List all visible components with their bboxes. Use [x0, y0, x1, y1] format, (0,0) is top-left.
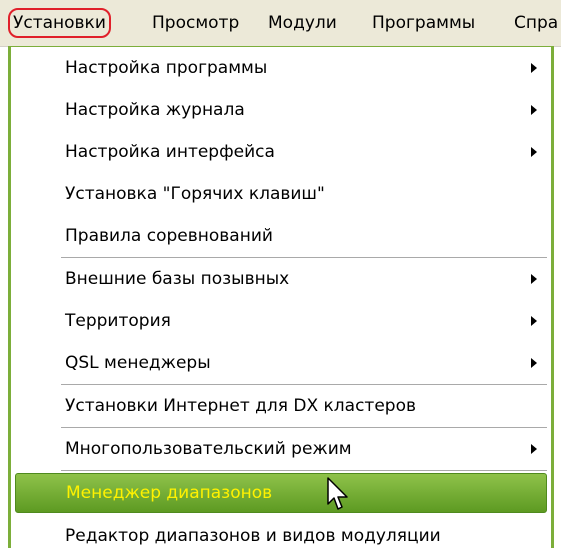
- menu-bar: Установки Просмотр Модули Программы Спра: [0, 0, 561, 47]
- menu-separator: [61, 470, 547, 471]
- menu-item-interface-settings[interactable]: Настройка интерфейса: [11, 131, 551, 173]
- menu-item-label: Установки Интернет для DX кластеров: [65, 396, 417, 416]
- menu-item-contest-rules[interactable]: Правила соревнований: [11, 215, 551, 257]
- menu-item-callsign-databases[interactable]: Внешние базы позывных: [11, 258, 551, 300]
- menu-item-label: Правила соревнований: [65, 226, 273, 246]
- submenu-arrow-icon: [531, 358, 537, 368]
- menu-item-label: Многопользовательский режим: [65, 439, 352, 459]
- menu-item-qsl-managers[interactable]: QSL менеджеры: [11, 342, 551, 384]
- menu-item-label: QSL менеджеры: [65, 353, 211, 373]
- submenu-arrow-icon: [531, 444, 537, 454]
- menu-item-label: Менеджер диапазонов: [66, 483, 273, 503]
- menu-item-label: Редактор диапазонов и видов модуляции: [65, 526, 441, 546]
- menu-item-label: Настройка журнала: [65, 100, 245, 120]
- menu-item-program-settings[interactable]: Настройка программы: [11, 47, 551, 89]
- menu-item-hotkeys[interactable]: Установка "Горячих клавиш": [11, 173, 551, 215]
- menu-item-label: Внешние базы позывных: [65, 269, 290, 289]
- menu-item-territory[interactable]: Территория: [11, 300, 551, 342]
- mouse-pointer-icon: [327, 477, 348, 510]
- submenu-arrow-icon: [531, 147, 537, 157]
- menu-item-band-manager[interactable]: Менеджер диапазонов: [15, 473, 547, 513]
- menu-item-multiuser-mode[interactable]: Многопользовательский режим: [11, 428, 551, 470]
- menu-item-dx-cluster-internet[interactable]: Установки Интернет для DX кластеров: [11, 385, 551, 427]
- menu-item-log-settings[interactable]: Настройка журнала: [11, 89, 551, 131]
- menu-item-label: Настройка интерфейса: [65, 142, 275, 162]
- submenu-arrow-icon: [531, 316, 537, 326]
- menu-item-label: Настройка программы: [65, 58, 268, 78]
- menu-spravka[interactable]: Спра: [512, 10, 560, 36]
- menu-programmy[interactable]: Программы: [370, 10, 477, 36]
- menu-item-label: Установка "Горячих клавиш": [65, 184, 325, 204]
- submenu-arrow-icon: [531, 63, 537, 73]
- menu-item-label: Территория: [65, 311, 171, 331]
- settings-dropdown-menu: Настройка программы Настройка журнала На…: [8, 46, 554, 548]
- menu-ustanovki[interactable]: Установки: [8, 8, 111, 38]
- menu-item-band-mode-editor[interactable]: Редактор диапазонов и видов модуляции: [11, 515, 551, 557]
- submenu-arrow-icon: [531, 105, 537, 115]
- submenu-arrow-icon: [531, 274, 537, 284]
- menu-prosmotr[interactable]: Просмотр: [150, 10, 241, 36]
- menu-moduli[interactable]: Модули: [266, 10, 339, 36]
